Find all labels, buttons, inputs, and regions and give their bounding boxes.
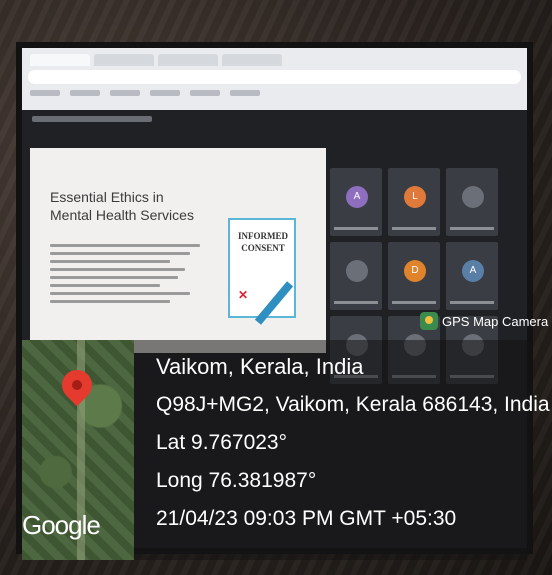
meeting-title bbox=[32, 116, 152, 122]
bookmark-item[interactable] bbox=[30, 90, 60, 96]
participant-name bbox=[392, 227, 436, 230]
gps-badge: GPS Map Camera bbox=[420, 312, 548, 330]
bookmark-item[interactable] bbox=[150, 90, 180, 96]
participant-tile[interactable]: A bbox=[330, 168, 382, 236]
address-bar[interactable] bbox=[28, 70, 521, 84]
participant-name bbox=[334, 227, 378, 230]
mini-map: Google bbox=[22, 340, 134, 560]
informed-consent-illustration: INFORMED CONSENT bbox=[228, 218, 296, 318]
datetime: 21/04/23 09:03 PM GMT +05:30 bbox=[156, 507, 457, 530]
slide-bullets bbox=[50, 244, 200, 308]
latitude: Lat 9.767023° bbox=[156, 431, 288, 454]
address: Q98J+MG2, Vaikom, Kerala 686143, India bbox=[156, 393, 550, 416]
participant-name bbox=[450, 301, 494, 304]
longitude: Long 76.381987° bbox=[156, 469, 317, 492]
bookmark-item[interactable] bbox=[190, 90, 220, 96]
bookmark-item[interactable] bbox=[70, 90, 100, 96]
participant-name bbox=[392, 301, 436, 304]
participant-avatar bbox=[462, 186, 484, 208]
participant-avatar bbox=[346, 260, 368, 282]
map-pin-icon bbox=[55, 363, 99, 407]
gps-badge-label: GPS Map Camera bbox=[442, 313, 549, 329]
bookmark-item[interactable] bbox=[230, 90, 260, 96]
photo-background: Essential Ethics in Mental Health Servic… bbox=[0, 0, 552, 575]
participant-avatar: D bbox=[404, 260, 426, 282]
browser-tab[interactable] bbox=[222, 54, 282, 66]
bookmark-item[interactable] bbox=[110, 90, 140, 96]
participant-name bbox=[450, 227, 494, 230]
participant-avatar: L bbox=[404, 186, 426, 208]
participant-tile[interactable] bbox=[446, 168, 498, 236]
slide-title: Essential Ethics in Mental Health Servic… bbox=[50, 189, 194, 223]
map-brand: Google bbox=[22, 510, 101, 540]
participant-avatar: A bbox=[346, 186, 368, 208]
participant-tile[interactable] bbox=[330, 242, 382, 310]
consent-card-text: INFORMED CONSENT bbox=[238, 231, 288, 253]
participant-tile[interactable]: A bbox=[446, 242, 498, 310]
participant-avatar: A bbox=[462, 260, 484, 282]
bookmarks-bar bbox=[30, 90, 260, 96]
location-info: Vaikom, Kerala, India Q98J+MG2, Vaikom, … bbox=[156, 348, 550, 538]
x-mark-icon: ✕ bbox=[238, 288, 249, 302]
browser-tab[interactable] bbox=[30, 54, 90, 66]
gps-camera-icon bbox=[420, 312, 438, 330]
participant-name bbox=[334, 301, 378, 304]
browser-toolbar bbox=[22, 48, 527, 110]
participant-tile[interactable]: L bbox=[388, 168, 440, 236]
browser-tab[interactable] bbox=[94, 54, 154, 66]
participant-tile[interactable]: D bbox=[388, 242, 440, 310]
browser-tabs bbox=[30, 54, 282, 66]
browser-tab[interactable] bbox=[158, 54, 218, 66]
place-name: Vaikom, Kerala, India bbox=[156, 354, 364, 379]
presentation-slide: Essential Ethics in Mental Health Servic… bbox=[30, 148, 326, 353]
